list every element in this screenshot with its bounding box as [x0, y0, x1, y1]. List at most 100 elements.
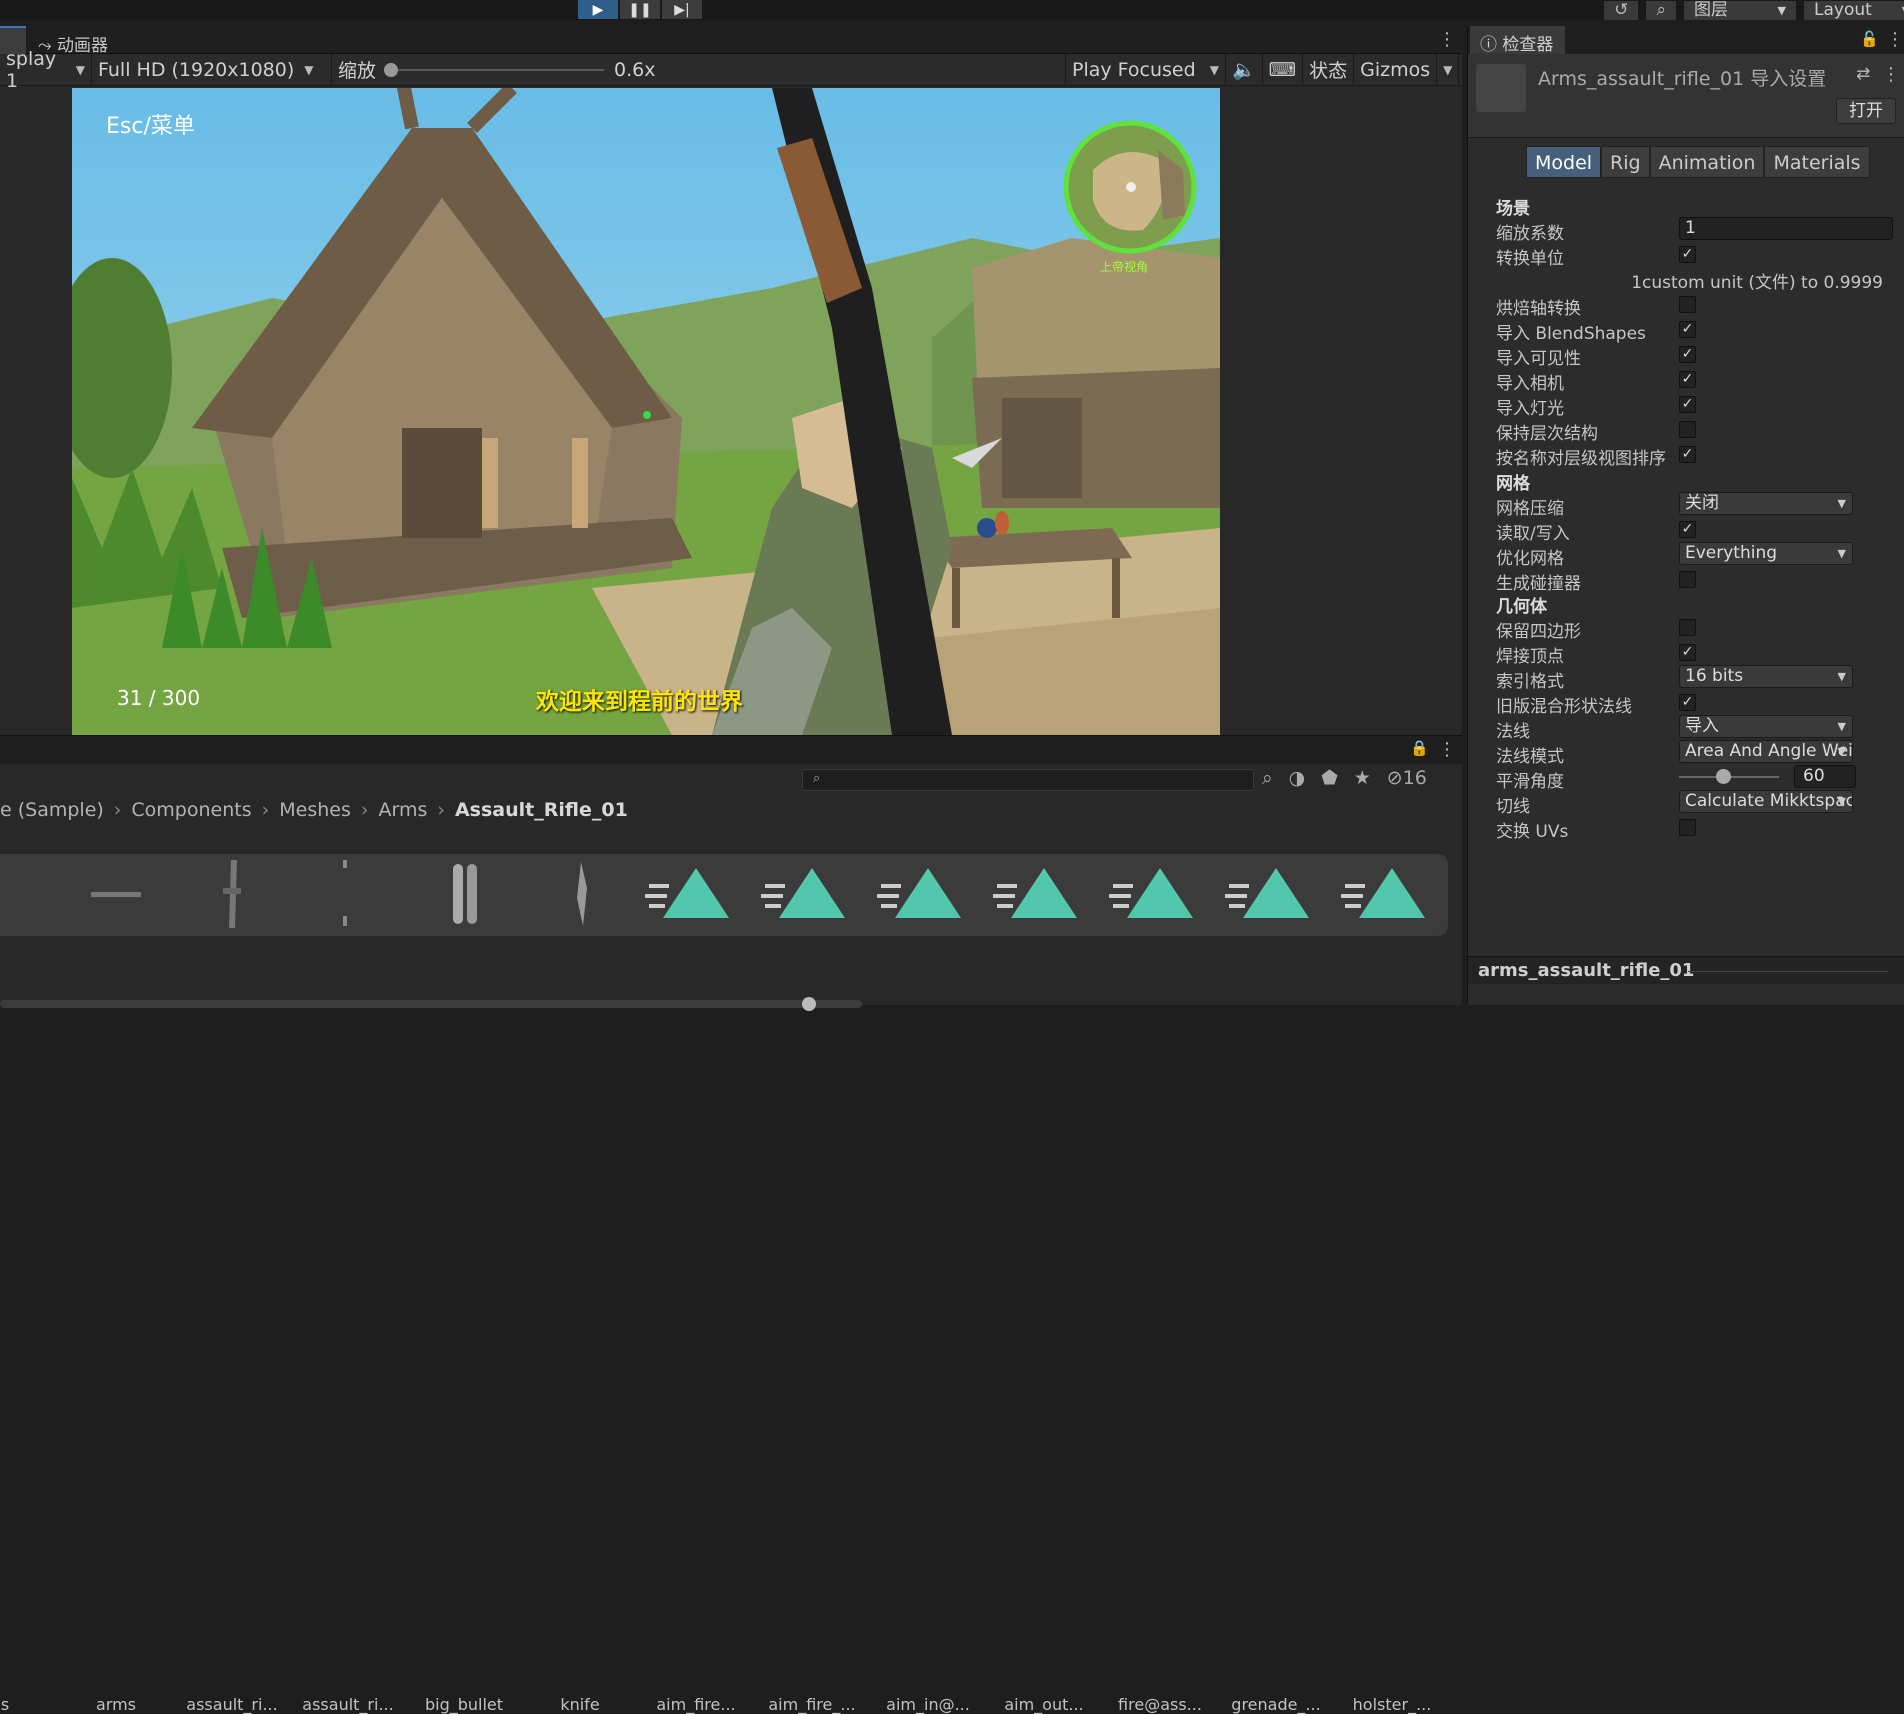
animation-clip-icon: [645, 868, 729, 918]
swap-uvs-checkbox[interactable]: [1679, 819, 1696, 836]
panel-menu-icon[interactable]: ⋮: [1438, 29, 1456, 50]
tab-animation[interactable]: Animation: [1649, 146, 1765, 178]
chevron-down-icon: ▼: [304, 62, 314, 77]
rifle-mesh-icon: [223, 860, 241, 928]
asset-tile[interactable]: [1105, 858, 1215, 934]
step-button[interactable]: ▶|: [662, 0, 702, 19]
chevron-down-icon: ▼: [1443, 62, 1453, 77]
read-write-row: 读取/写入 ✓: [1496, 517, 1896, 544]
filter-by-label-icon[interactable]: ⬟: [1321, 767, 1338, 789]
game-viewport[interactable]: Esc/菜单 31 / 300 欢迎来到程前的世界: [72, 88, 1220, 735]
tab-model[interactable]: Model: [1526, 146, 1602, 178]
scale-factor-field[interactable]: 1: [1679, 217, 1893, 240]
bullet-mesh-icon: [453, 864, 477, 924]
breadcrumb-item[interactable]: Arms: [378, 799, 427, 821]
pause-button[interactable]: ❚❚: [620, 0, 660, 19]
legacy-blend-normals-checkbox[interactable]: ✓: [1679, 694, 1696, 711]
resolution-dropdown[interactable]: Full HD (1920x1080) ▼: [92, 53, 332, 86]
project-search-input[interactable]: ⌕: [802, 769, 1254, 791]
generate-colliders-checkbox[interactable]: [1679, 571, 1696, 588]
asset-tile[interactable]: [409, 858, 519, 934]
history-button[interactable]: ↺: [1604, 0, 1639, 20]
asset-tile[interactable]: [1221, 858, 1331, 934]
asset-tile[interactable]: [525, 858, 635, 934]
layers-dropdown[interactable]: 图层 ▼: [1684, 0, 1796, 20]
asset-tile[interactable]: [293, 858, 403, 934]
play-mode-dropdown[interactable]: Play Focused ▼: [1066, 53, 1226, 86]
slider-handle[interactable]: [384, 62, 399, 77]
sort-hierarchy-checkbox[interactable]: ✓: [1679, 446, 1696, 463]
breadcrumb-item[interactable]: Components: [131, 799, 251, 821]
blendshapes-checkbox[interactable]: ✓: [1679, 321, 1696, 338]
asset-tile[interactable]: [0, 858, 55, 934]
normals-mode-dropdown[interactable]: Area And Angle Weig ▼: [1679, 740, 1853, 763]
panel-menu-icon[interactable]: ⋮: [1886, 29, 1904, 50]
search-button[interactable]: ⌕: [1646, 0, 1676, 20]
asset-label: aim_out...: [1004, 1695, 1084, 1714]
optimize-mesh-dropdown[interactable]: Everything ▼: [1679, 542, 1853, 565]
preserve-hierarchy-checkbox[interactable]: [1679, 421, 1696, 438]
tab-inspector[interactable]: ⓘ 检查器: [1470, 26, 1566, 55]
breadcrumb-current[interactable]: Assault_Rifle_01: [455, 799, 628, 821]
visibility-checkbox[interactable]: ✓: [1679, 346, 1696, 363]
asset-tile[interactable]: [1337, 858, 1447, 934]
filter-by-type-icon[interactable]: ◑: [1289, 767, 1306, 789]
weld-vertices-row: 焊接顶点 ✓: [1496, 640, 1896, 667]
tab-rig[interactable]: Rig: [1601, 146, 1650, 178]
lights-checkbox[interactable]: ✓: [1679, 396, 1696, 413]
mesh-compression-dropdown[interactable]: 关闭 ▼: [1679, 492, 1853, 515]
favorites-icon[interactable]: ★: [1354, 767, 1371, 789]
preview-header[interactable]: arms_assault_rifle_01: [1468, 956, 1904, 984]
asset-tile[interactable]: [757, 858, 867, 934]
index-format-dropdown[interactable]: 16 bits ▼: [1679, 665, 1853, 688]
arms-mesh-icon: [91, 892, 141, 897]
chevron-down-icon: ▼: [1837, 547, 1846, 560]
menu-hint: Esc/菜单: [106, 114, 195, 139]
main-toolbar: ▶ ❚❚ ▶| ↺ ⌕ 图层▼ Layout▼: [0, 0, 1904, 20]
cameras-row: 导入相机 ✓: [1496, 367, 1896, 394]
keep-quads-row: 保留四边形: [1496, 615, 1896, 642]
panel-menu-icon[interactable]: ⋮: [1438, 739, 1456, 760]
lock-icon[interactable]: 🔒: [1410, 739, 1429, 757]
hidden-packages-icon[interactable]: ⊘16: [1387, 767, 1427, 789]
asset-tile[interactable]: [177, 858, 287, 934]
stats-button[interactable]: 状态: [1303, 53, 1355, 86]
asset-tile[interactable]: [873, 858, 983, 934]
display-dropdown[interactable]: splay 1 ▼: [0, 48, 92, 92]
import-tabs: Model Rig Animation Materials: [1526, 146, 1870, 178]
normals-dropdown[interactable]: 导入 ▼: [1679, 715, 1853, 738]
generate-colliders-row: 生成碰撞器: [1496, 567, 1896, 594]
play-button[interactable]: ▶: [578, 0, 618, 19]
read-write-checkbox[interactable]: ✓: [1679, 521, 1696, 538]
lock-icon[interactable]: 🔓: [1860, 30, 1879, 48]
mute-audio-button[interactable]: 🔈: [1226, 53, 1263, 86]
asset-tile[interactable]: [989, 858, 1099, 934]
bake-axis-checkbox[interactable]: [1679, 296, 1696, 313]
presets-icon[interactable]: ⇄: [1856, 64, 1870, 84]
asset-label: ns: [0, 1695, 10, 1714]
keyboard-shortcuts-button[interactable]: ⌨: [1263, 53, 1304, 86]
game-toolbar: splay 1 ▼ Full HD (1920x1080) ▼ 缩放 0.6x Pl…: [0, 48, 1462, 92]
asset-tile[interactable]: [641, 858, 751, 934]
zoom-slider-handle[interactable]: [802, 997, 816, 1011]
tangents-dropdown[interactable]: Calculate Mikktspace ▼: [1679, 790, 1853, 813]
search-in-scene-icon[interactable]: ⌕: [1262, 767, 1273, 789]
asset-tile[interactable]: [61, 858, 171, 934]
breadcrumb-item[interactable]: e (Sample): [0, 799, 104, 821]
inspector-menu-icon[interactable]: ⋮: [1882, 64, 1900, 85]
cameras-checkbox[interactable]: ✓: [1679, 371, 1696, 388]
keep-quads-checkbox[interactable]: [1679, 619, 1696, 636]
tab-materials[interactable]: Materials: [1764, 146, 1870, 178]
weld-vertices-checkbox[interactable]: ✓: [1679, 644, 1696, 661]
layout-dropdown[interactable]: Layout▼: [1804, 0, 1904, 20]
gizmos-dropdown[interactable]: ▼: [1437, 53, 1460, 86]
convert-units-checkbox[interactable]: ✓: [1679, 246, 1696, 263]
scale-slider[interactable]: [384, 54, 605, 86]
open-button[interactable]: 打开: [1836, 98, 1896, 124]
gizmos-button[interactable]: Gizmos: [1354, 53, 1438, 86]
asset-label: assault_ri...: [186, 1695, 278, 1714]
slider-handle[interactable]: [1716, 769, 1731, 784]
project-scrollbar[interactable]: [0, 1000, 862, 1008]
breadcrumb-item[interactable]: Meshes: [279, 799, 351, 821]
smoothing-angle-field[interactable]: 60: [1794, 765, 1856, 788]
